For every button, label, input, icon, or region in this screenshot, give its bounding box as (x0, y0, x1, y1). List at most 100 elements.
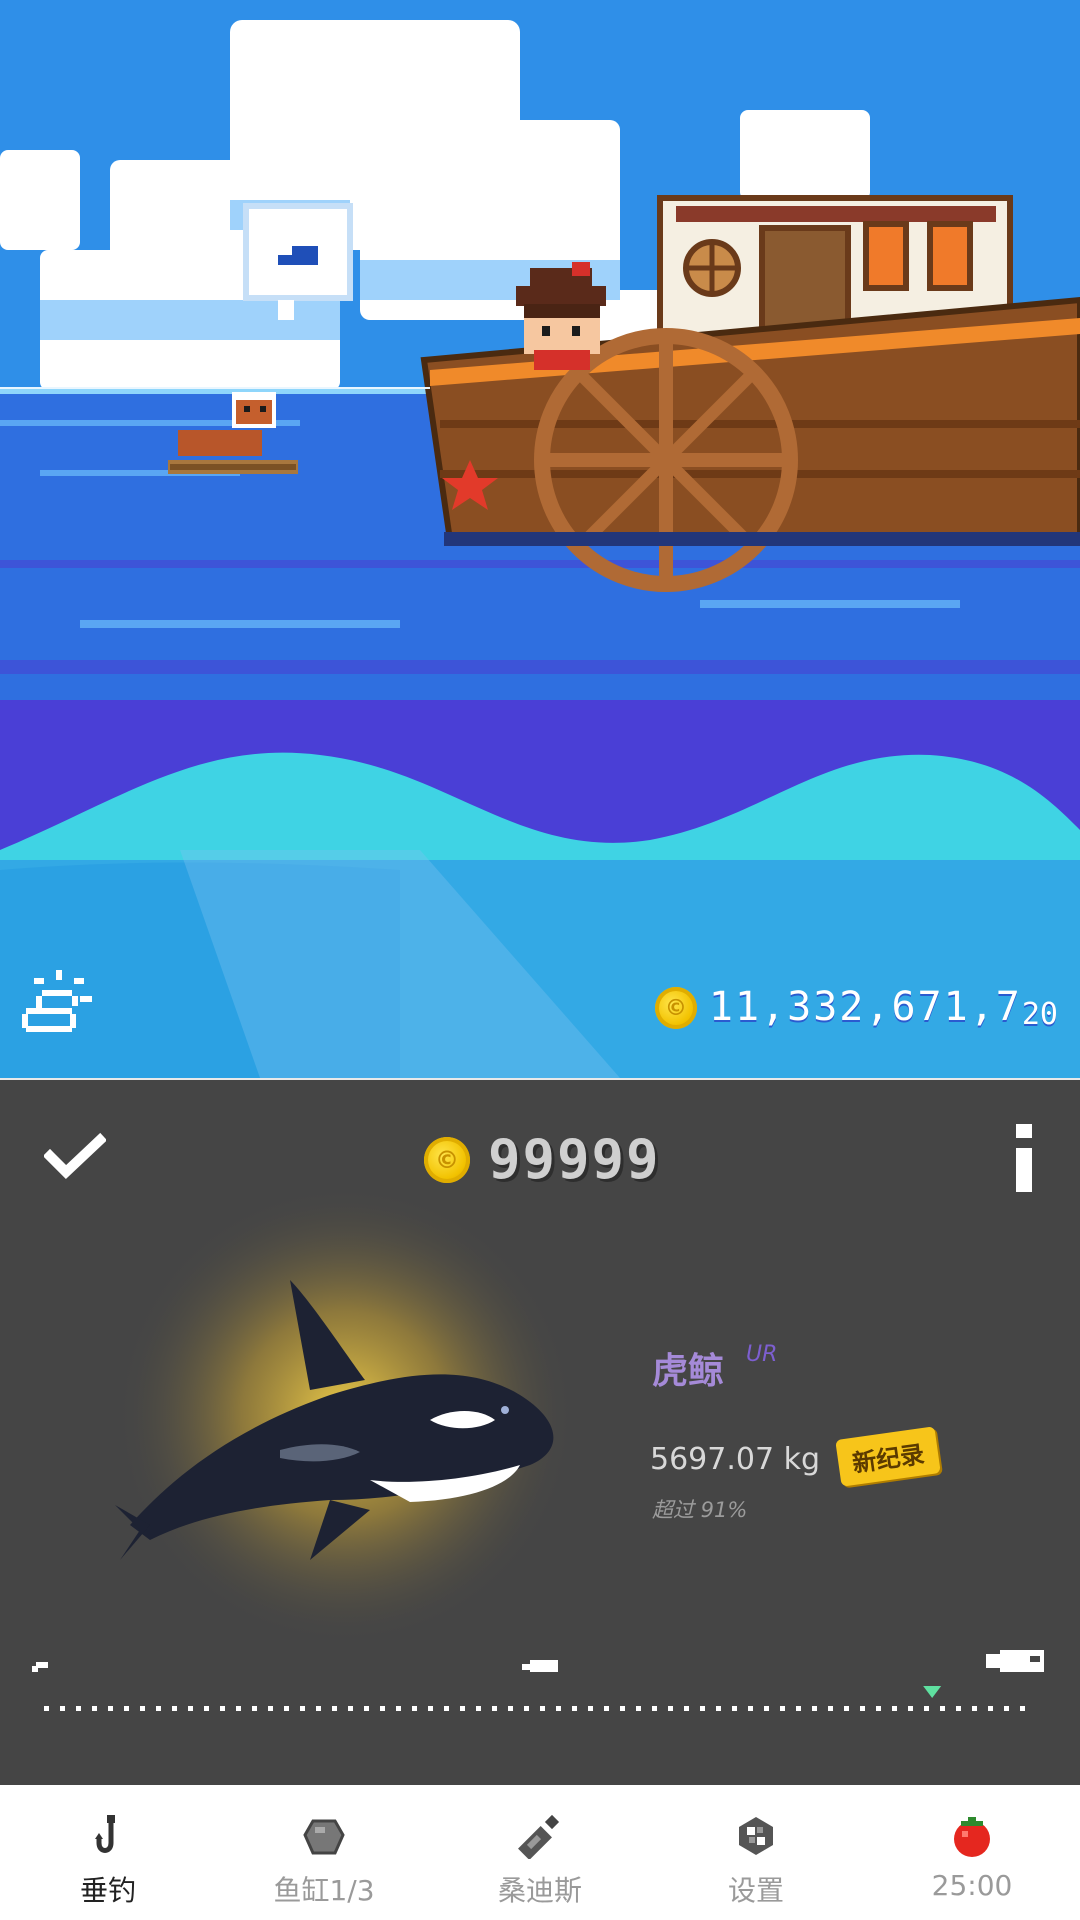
coin-icon (424, 1136, 470, 1183)
large-fish-icon (986, 1650, 1044, 1672)
track-dot (620, 1706, 625, 1711)
track-dot (444, 1706, 449, 1711)
track-dot (412, 1706, 417, 1711)
track-dot (572, 1706, 577, 1711)
fish-name: 虎鲸 (652, 1351, 725, 1392)
track-dot (140, 1706, 145, 1711)
track-dot (300, 1706, 305, 1711)
nav-item-settings[interactable]: 设置 (648, 1785, 864, 1920)
track-dots (44, 1706, 1025, 1711)
total-coins-tail: 20 (1021, 997, 1058, 1033)
track-dot (652, 1706, 657, 1711)
track-dot (76, 1706, 81, 1711)
track-dot (588, 1706, 593, 1711)
track-dot (828, 1706, 833, 1711)
weight-marker-icon (923, 1686, 942, 1698)
track-dot (1004, 1706, 1009, 1711)
track-dot (684, 1706, 689, 1711)
track-dot (732, 1706, 737, 1711)
weather-icon (22, 970, 92, 1032)
catch-result-panel: 99999 虎鲸 UR 5697.07 kg 新纪录 超过 91% (0, 1078, 1080, 1787)
track-dot (860, 1706, 865, 1711)
small-fish-icon (32, 1662, 48, 1672)
track-dot (636, 1706, 641, 1711)
track-dot (924, 1706, 929, 1711)
bottle-icon (518, 1814, 560, 1859)
fishing-hook-icon (95, 1815, 115, 1853)
info-icon-bar (1016, 1148, 1032, 1192)
track-dot (204, 1706, 209, 1711)
track-dot (844, 1706, 849, 1711)
track-dot (284, 1706, 289, 1711)
track-dot (540, 1706, 545, 1711)
track-dot (508, 1706, 513, 1711)
track-dot (252, 1706, 257, 1711)
track-dot (604, 1706, 609, 1711)
track-dot (668, 1706, 673, 1711)
track-dot (220, 1706, 225, 1711)
scene-illustration (0, 0, 1080, 1078)
track-dot (92, 1706, 97, 1711)
track-dot (700, 1706, 705, 1711)
track-dot (748, 1706, 753, 1711)
nav-item-sandies[interactable]: 桑迪斯 (432, 1785, 648, 1920)
track-dot (188, 1706, 193, 1711)
total-coins-display: 11,332,671,720 (654, 976, 1058, 1040)
bottom-navigation: 垂钓 鱼缸1/3 桑迪斯 设置 25:00 (0, 1785, 1080, 1920)
track-dot (60, 1706, 65, 1711)
track-dot (972, 1706, 977, 1711)
track-dot (556, 1706, 561, 1711)
track-dot (396, 1706, 401, 1711)
nav-item-fish-tank[interactable]: 鱼缸1/3 (216, 1785, 432, 1920)
track-dot (1020, 1706, 1025, 1711)
coin-icon (654, 987, 697, 1029)
track-dot (460, 1706, 465, 1711)
track-dot (796, 1706, 801, 1711)
nav-label: 设置 (727, 1874, 784, 1907)
orca-icon (115, 1185, 575, 1645)
track-dot (380, 1706, 385, 1711)
track-dot (780, 1706, 785, 1711)
checkmark-icon (42, 1132, 108, 1179)
track-dot (988, 1706, 993, 1711)
track-dot (172, 1706, 177, 1711)
rarity-tag: UR (746, 1342, 778, 1367)
weather-button[interactable] (18, 966, 96, 1036)
tomato-timer-icon (954, 1817, 990, 1857)
nav-label: 垂钓 (79, 1874, 136, 1907)
track-dot (156, 1706, 161, 1711)
track-dot (812, 1706, 817, 1711)
track-dot (892, 1706, 897, 1711)
nav-item-timer[interactable]: 25:00 (864, 1785, 1080, 1920)
fish-weight: 5697.07 kg (650, 1442, 821, 1477)
new-record-badge: 新纪录 (835, 1426, 941, 1487)
track-dot (476, 1706, 481, 1711)
track-dot (316, 1706, 321, 1711)
track-dot (236, 1706, 241, 1711)
track-dot (764, 1706, 769, 1711)
track-dot (108, 1706, 113, 1711)
track-dot (492, 1706, 497, 1711)
track-dot (44, 1706, 49, 1711)
info-button[interactable] (1008, 1124, 1040, 1194)
weight-percentile: 超过 91% (652, 1498, 748, 1522)
track-dot (332, 1706, 337, 1711)
track-dot (524, 1706, 529, 1711)
track-dot (124, 1706, 129, 1711)
info-icon-dot (1016, 1124, 1032, 1138)
nav-label: 鱼缸1/3 (273, 1874, 375, 1907)
fishing-scene: 11,332,671,720 (0, 0, 1080, 1078)
nav-item-fishing[interactable]: 垂钓 (0, 1785, 216, 1920)
nav-label: 桑迪斯 (497, 1874, 582, 1907)
track-dot (428, 1706, 433, 1711)
settings-icon (739, 1817, 773, 1855)
track-dot (716, 1706, 721, 1711)
confirm-button[interactable] (42, 1132, 108, 1182)
track-dot (348, 1706, 353, 1711)
nav-label: 25:00 (931, 1869, 1013, 1902)
track-dot (876, 1706, 881, 1711)
track-dot (268, 1706, 273, 1711)
track-dot (956, 1706, 961, 1711)
fish-tank-icon (303, 1819, 345, 1855)
medium-fish-icon (522, 1660, 558, 1672)
